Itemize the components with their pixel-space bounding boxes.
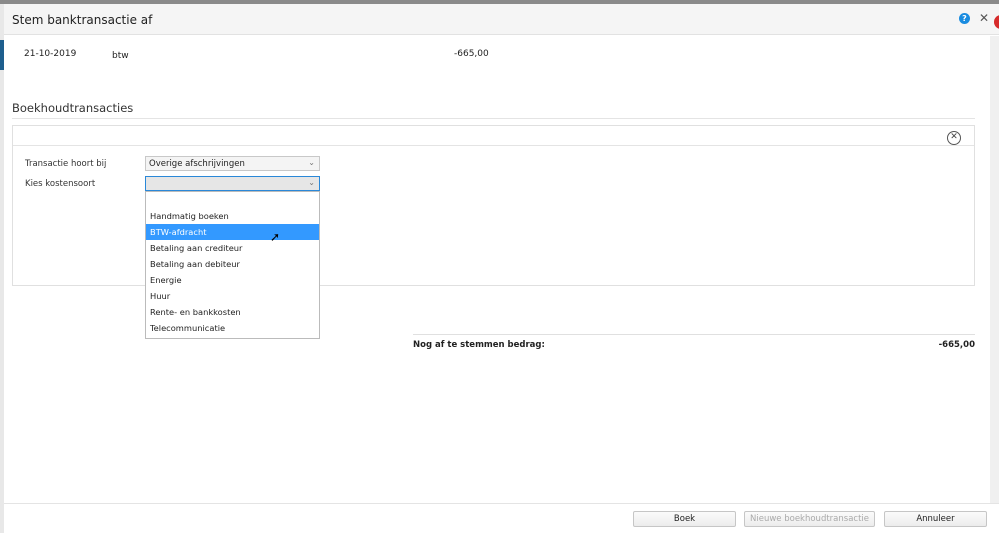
chevron-down-icon: ⌄ (308, 158, 315, 167)
dropdown-option[interactable]: Rente- en bankkosten (146, 304, 319, 320)
dropdown-option[interactable]: Huur (146, 288, 319, 304)
book-button[interactable]: Boek (633, 511, 736, 527)
divider (4, 503, 999, 504)
divider (12, 118, 975, 119)
dropdown-option[interactable]: BTW-afdracht (146, 224, 319, 240)
remaining-amount-value: -665,00 (938, 340, 975, 350)
close-icon[interactable]: ✕ (979, 11, 989, 25)
divider (413, 334, 975, 335)
dropdown-option[interactable] (146, 192, 319, 208)
dialog-title: Stem banktransactie af (12, 13, 153, 27)
dropdown-option[interactable]: Betaling aan debiteur (146, 256, 319, 272)
cost-type-select[interactable]: ⌄ (145, 176, 320, 191)
transaction-amount: -665,00 (454, 49, 489, 59)
dropdown-option[interactable]: Energie (146, 272, 319, 288)
chevron-down-icon: ⌄ (308, 178, 315, 187)
dialog-header: Stem banktransactie af ? ✕ (4, 4, 999, 35)
cancel-button[interactable]: Annuleer (884, 511, 987, 527)
belongs-label: Transactie hoort bij (25, 159, 107, 169)
dropdown-option[interactable]: Betaling aan crediteur (146, 240, 319, 256)
question-circle-icon[interactable]: ? (959, 13, 970, 24)
dropdown-option[interactable]: Handmatig boeken (146, 208, 319, 224)
scrollbar[interactable] (990, 36, 999, 503)
transaction-description: btw (112, 51, 129, 61)
remove-circle-icon[interactable]: ✕ (947, 131, 961, 145)
cost-type-dropdown: Handmatig boeken BTW-afdracht Betaling a… (145, 191, 320, 339)
reconcile-dialog: Stem banktransactie af ? ✕ 21-10-2019 bt… (4, 4, 999, 533)
new-transaction-button[interactable]: Nieuwe boekhoudtransactie (744, 511, 875, 527)
mouse-pointer-icon: ➚ (270, 230, 281, 244)
belongs-select[interactable]: Overige afschrijvingen ⌄ (145, 156, 320, 171)
remaining-amount-label: Nog af te stemmen bedrag: (413, 340, 545, 350)
transaction-date: 21-10-2019 (24, 49, 77, 59)
panel-header: ✕ (13, 126, 974, 146)
belongs-value: Overige afschrijvingen (149, 159, 245, 169)
cost-type-label: Kies kostensoort (25, 179, 96, 189)
dropdown-option[interactable]: Telecommunicatie (146, 320, 319, 336)
section-title: Boekhoudtransacties (12, 101, 134, 115)
